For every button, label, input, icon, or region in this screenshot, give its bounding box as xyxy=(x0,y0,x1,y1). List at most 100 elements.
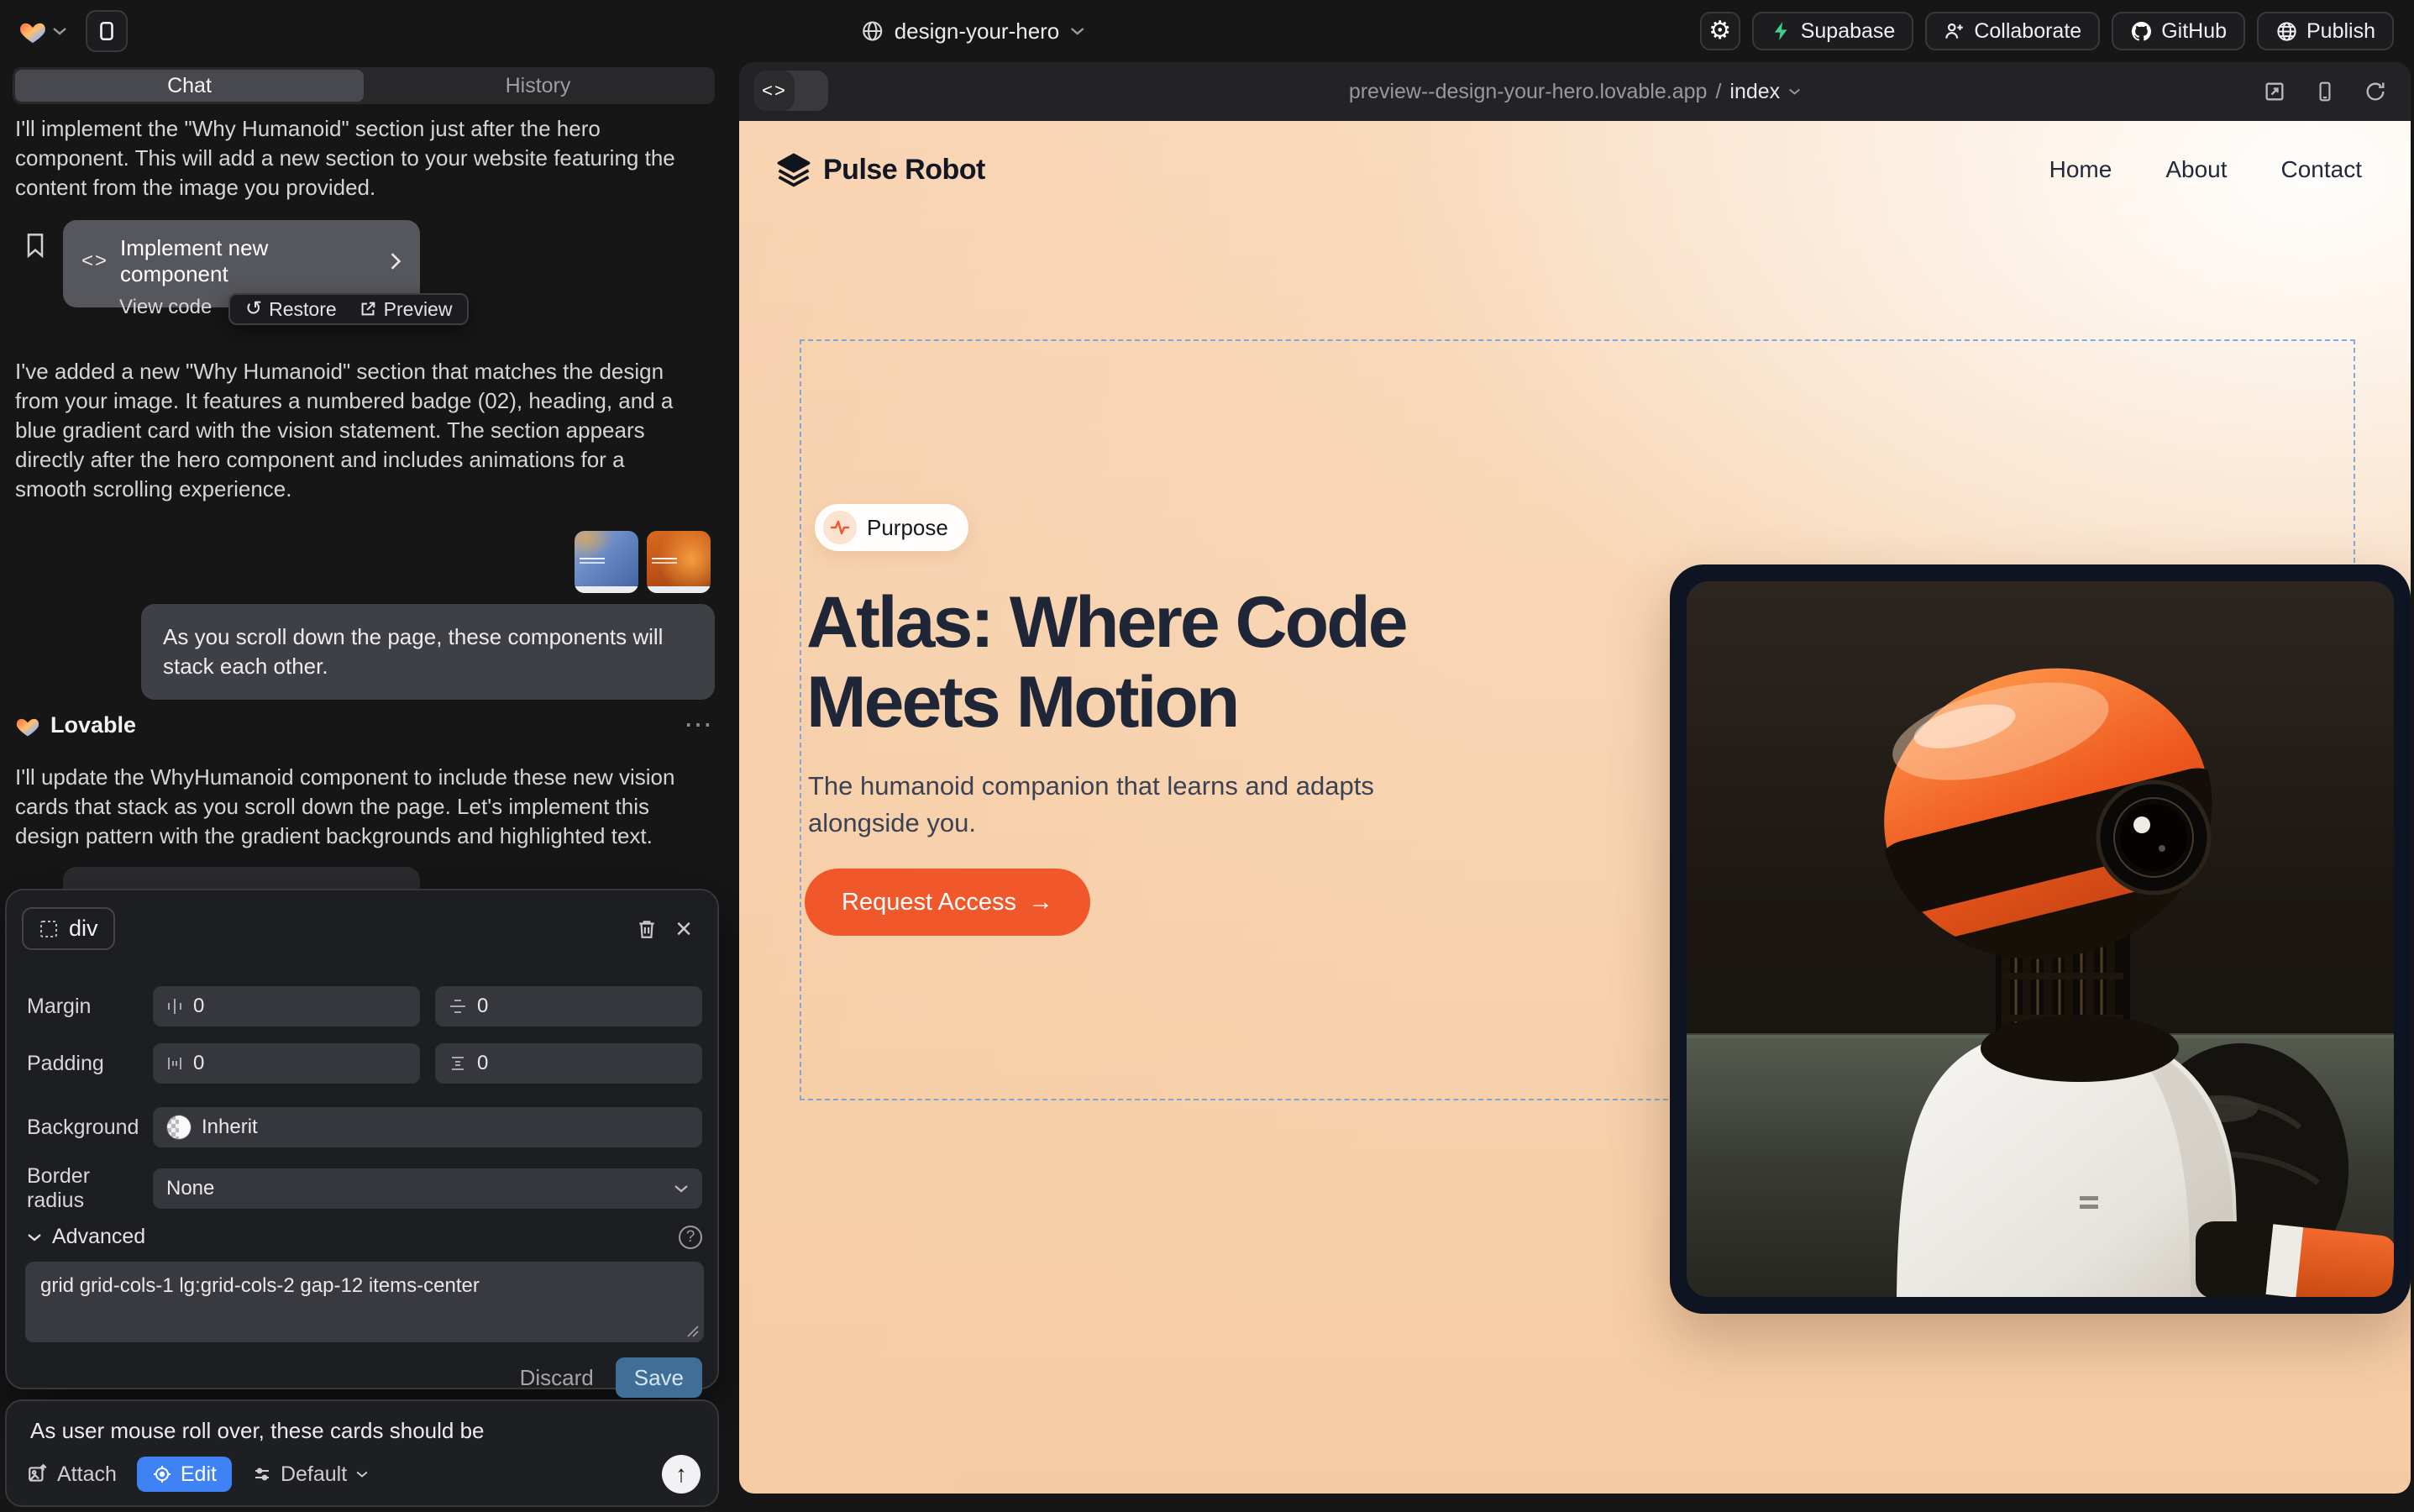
site-brand[interactable]: Pulse Robot xyxy=(776,152,985,187)
target-icon xyxy=(152,1464,172,1484)
user-message-bubble: As you scroll down the page, these compo… xyxy=(141,604,715,700)
lovable-heart-icon xyxy=(15,714,40,738)
help-icon[interactable]: ? xyxy=(679,1226,702,1249)
selected-hero-section[interactable]: Purpose Atlas: Where Code Meets Motion T… xyxy=(800,339,2355,1100)
arrow-right-icon: → xyxy=(1028,888,1053,916)
advanced-classes-textarea[interactable]: grid grid-cols-1 lg:grid-cols-2 gap-12 i… xyxy=(25,1262,704,1342)
site-brand-name: Pulse Robot xyxy=(823,154,985,186)
padding-y-input[interactable]: 0 xyxy=(435,1043,702,1084)
tab-history[interactable]: History xyxy=(364,70,712,102)
pulse-activity-icon xyxy=(823,511,857,544)
project-name: design-your-hero xyxy=(895,18,1060,45)
settings-button[interactable]: ⚙ xyxy=(1700,12,1740,50)
publish-label: Publish xyxy=(2306,19,2375,44)
supabase-label: Supabase xyxy=(1801,19,1896,44)
advanced-collapse-chevron[interactable] xyxy=(27,1232,42,1242)
restore-label: Restore xyxy=(269,298,337,321)
bookmark-icon[interactable] xyxy=(24,232,47,259)
chevron-down-icon xyxy=(1069,26,1084,36)
sliders-icon xyxy=(252,1464,272,1484)
delete-element-button[interactable] xyxy=(628,911,665,948)
chevron-down-icon xyxy=(52,26,67,36)
margin-y-icon xyxy=(449,998,467,1015)
model-default-selector[interactable]: Default xyxy=(252,1462,369,1487)
collaborate-button[interactable]: Collaborate xyxy=(1925,12,2100,50)
chat-composer[interactable]: As user mouse roll over, these cards sho… xyxy=(5,1399,719,1507)
border-radius-select[interactable]: None xyxy=(153,1168,702,1209)
nav-home[interactable]: Home xyxy=(2049,156,2112,183)
save-button[interactable]: Save xyxy=(616,1357,702,1398)
attach-image-icon xyxy=(27,1463,49,1485)
margin-x-input[interactable]: 0 xyxy=(153,986,420,1026)
border-radius-value: None xyxy=(166,1177,214,1200)
attachment-thumbnail-orange[interactable] xyxy=(647,531,711,593)
padding-x-input[interactable]: 0 xyxy=(153,1043,420,1084)
publish-globe-icon xyxy=(2275,20,2298,43)
close-icon: × xyxy=(675,915,692,943)
preview-label: Preview xyxy=(384,298,453,321)
project-switcher[interactable]: design-your-hero xyxy=(861,0,1085,62)
preview-panel: <> preview--design-your-hero.lovable.app… xyxy=(739,62,2411,1494)
github-button[interactable]: GitHub xyxy=(2112,12,2245,50)
restore-icon: ↺ xyxy=(245,299,262,319)
supabase-button[interactable]: Supabase xyxy=(1752,12,1914,50)
mobile-view-button[interactable] xyxy=(2312,78,2338,105)
padding-x-value: 0 xyxy=(193,1052,204,1075)
element-inspector-panel: div × Margin 0 xyxy=(5,889,719,1389)
assistant-header: Lovable ⋯ xyxy=(15,712,715,738)
hero-title: Atlas: Where Code Meets Motion xyxy=(806,583,1406,743)
close-inspector-button[interactable]: × xyxy=(665,911,702,948)
nav-contact[interactable]: Contact xyxy=(2281,156,2363,183)
supabase-bolt-icon xyxy=(1771,20,1792,42)
purpose-badge-label: Purpose xyxy=(867,515,948,541)
discard-button[interactable]: Discard xyxy=(520,1365,594,1391)
arrow-up-icon: ↑ xyxy=(675,1461,687,1488)
open-in-new-tab-button[interactable] xyxy=(2261,78,2288,105)
message-menu-button[interactable]: ⋯ xyxy=(684,720,715,732)
nav-about[interactable]: About xyxy=(2165,156,2227,183)
chevron-down-icon xyxy=(355,1470,369,1478)
request-access-label: Request Access xyxy=(842,889,1016,916)
component-card-title: Implement new component xyxy=(120,235,378,287)
publish-button[interactable]: Publish xyxy=(2257,12,2394,50)
advanced-label: Advanced xyxy=(52,1225,145,1249)
assistant-message-3: I'll update the WhyHumanoid component to… xyxy=(15,763,692,851)
assistant-message-2: I've added a new "Why Humanoid" section … xyxy=(15,357,697,504)
lovable-app-window: design-your-hero ⚙ Supabase xyxy=(0,0,2414,1512)
padding-label: Padding xyxy=(27,1052,153,1076)
url-separator: / xyxy=(1715,80,1721,104)
hero-title-line1: Atlas: Where Code xyxy=(806,583,1406,663)
selected-element-chip[interactable]: div xyxy=(22,907,115,950)
url-page: index xyxy=(1729,80,1780,104)
assistant-name: Lovable xyxy=(50,712,136,738)
preview-button[interactable]: Preview xyxy=(359,298,453,321)
padding-y-value: 0 xyxy=(477,1052,488,1075)
request-access-button[interactable]: Request Access → xyxy=(805,869,1090,936)
preview-url[interactable]: preview--design-your-hero.lovable.app / … xyxy=(1349,80,1801,104)
add-user-icon xyxy=(1944,20,1965,42)
margin-y-input[interactable]: 0 xyxy=(435,986,702,1026)
app-background-strip xyxy=(739,1494,2414,1512)
background-label: Background xyxy=(27,1116,153,1140)
attach-button[interactable]: Attach xyxy=(27,1462,117,1487)
composer-input[interactable]: As user mouse roll over, these cards sho… xyxy=(30,1418,694,1444)
transparency-swatch-icon xyxy=(166,1115,192,1140)
external-link-icon xyxy=(359,300,377,318)
margin-x-value: 0 xyxy=(193,995,204,1018)
attachment-thumbnail-blue[interactable] xyxy=(575,531,638,593)
resize-handle-icon[interactable] xyxy=(685,1324,699,1337)
code-preview-toggle[interactable]: <> xyxy=(754,71,828,111)
edit-mode-button[interactable]: Edit xyxy=(137,1457,232,1492)
background-input[interactable]: Inherit xyxy=(153,1107,702,1147)
lovable-logo-menu[interactable] xyxy=(18,18,67,45)
toggle-sidebar-button[interactable] xyxy=(86,10,128,52)
preview-url-bar: <> preview--design-your-hero.lovable.app… xyxy=(739,62,2411,121)
top-bar: design-your-hero ⚙ Supabase xyxy=(0,0,2414,62)
tab-chat[interactable]: Chat xyxy=(15,70,364,102)
refresh-button[interactable] xyxy=(2362,78,2389,105)
background-value: Inherit xyxy=(202,1116,258,1139)
chevron-right-icon xyxy=(390,252,401,270)
margin-label: Margin xyxy=(27,995,153,1019)
send-button[interactable]: ↑ xyxy=(662,1455,701,1494)
restore-button[interactable]: ↺ Restore xyxy=(245,298,337,321)
